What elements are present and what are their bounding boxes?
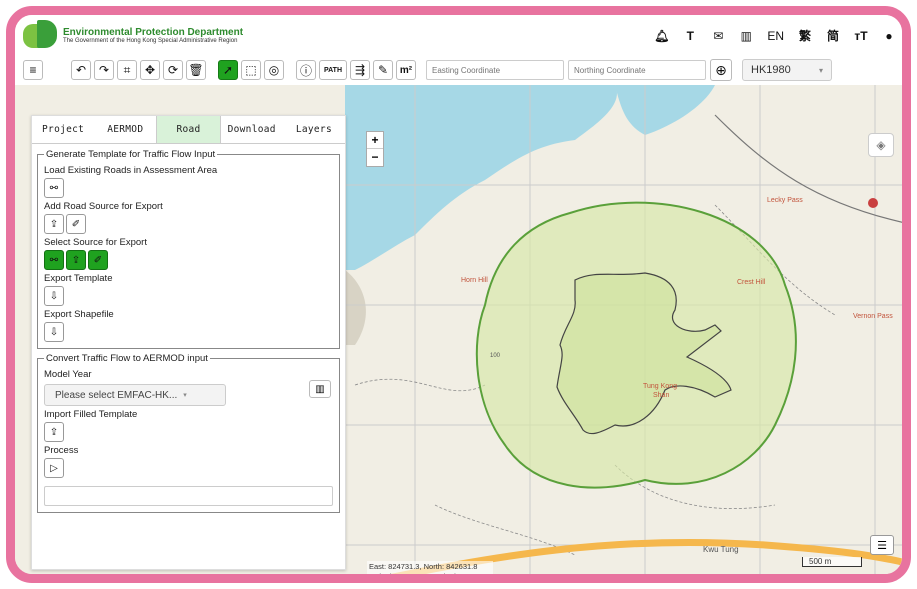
- label-crest-hill: Crest Hill: [737, 279, 766, 286]
- rotate-icon[interactable]: ⟳: [163, 60, 183, 80]
- river: [615, 85, 715, 135]
- cursor-coordinates: East: 824731.3, North: 842631.8 Latitude…: [367, 561, 493, 581]
- user-icon[interactable]: ●: [882, 29, 896, 43]
- import-template-label: Import Filled Template: [44, 409, 138, 420]
- flow-icon[interactable]: ⇶: [350, 60, 370, 80]
- panel-tabs: Project AERMOD Road Download Layers: [32, 116, 345, 144]
- select-imported-roads-icon[interactable]: ⇪: [66, 250, 86, 270]
- manual-book-icon[interactable]: ▥: [309, 380, 331, 398]
- side-panel: Project AERMOD Road Download Layers Gene…: [31, 115, 346, 570]
- zoom-in-button[interactable]: +: [367, 132, 383, 149]
- tab-project[interactable]: Project: [32, 116, 94, 143]
- process-output-field[interactable]: [44, 486, 333, 506]
- easting-input[interactable]: [426, 60, 564, 80]
- play-icon[interactable]: ▷: [44, 458, 64, 478]
- label-kwu-tung: Kwu Tung: [703, 545, 739, 554]
- undo-icon[interactable]: ↶: [71, 60, 91, 80]
- label-contour: 100: [490, 353, 501, 359]
- legend-list-icon[interactable]: ☰: [870, 535, 894, 555]
- crs-value: HK1980: [751, 64, 791, 76]
- northing-input[interactable]: [568, 60, 706, 80]
- measure-icon[interactable]: ✎: [373, 60, 393, 80]
- font-size-button[interactable]: ᴛT: [854, 29, 868, 43]
- screenshot-frame: Environmental Protection Department The …: [0, 0, 917, 589]
- export-template-label: Export Template: [44, 273, 113, 284]
- convert-traffic-legend: Convert Traffic Flow to AERMOD input: [46, 353, 208, 364]
- map-toolbar: ≡ ↶ ↷ ⌗ ✥ ⟳ 🗑︎ ➚ ⬚ ◎ ⓘ PATH ⇶ ✎ m² ⊕ HK1…: [15, 57, 902, 83]
- load-roads-icon[interactable]: ⚯: [44, 178, 64, 198]
- model-year-value: Please select EMFAC-HK...: [55, 389, 178, 401]
- scale-bar: 500 m: [802, 557, 862, 567]
- export-template-icon[interactable]: ⇩: [44, 286, 64, 306]
- coords-east-north: East: 824731.3, North: 842631.8: [369, 562, 478, 571]
- menu-icon[interactable]: ≡: [23, 60, 43, 80]
- select-box-icon[interactable]: ⌗: [117, 60, 137, 80]
- model-year-select[interactable]: Please select EMFAC-HK... ▾: [44, 384, 226, 406]
- layers-icon[interactable]: ◈: [868, 133, 894, 157]
- import-template-icon[interactable]: ⇪: [44, 422, 64, 442]
- delete-icon[interactable]: 🗑︎: [186, 60, 206, 80]
- add-source-label: Add Road Source for Export: [44, 201, 163, 212]
- crs-select[interactable]: HK1980 ▾: [742, 59, 832, 81]
- lang-tc-button[interactable]: 繁: [798, 27, 812, 44]
- road: [714, 114, 902, 223]
- app-header: Environmental Protection Department The …: [15, 15, 902, 55]
- select-loaded-roads-icon[interactable]: ⚯: [44, 250, 64, 270]
- select-drawn-roads-icon[interactable]: ✐: [88, 250, 108, 270]
- label-shan: Shan: [653, 392, 670, 399]
- redo-icon[interactable]: ↷: [94, 60, 114, 80]
- generate-template-group: Generate Template for Traffic Flow Input…: [37, 149, 340, 349]
- process-label: Process: [44, 445, 79, 456]
- load-roads-label: Load Existing Roads in Assessment Area: [44, 165, 218, 176]
- lang-sc-button[interactable]: 简: [826, 27, 840, 44]
- dept-title: Environmental Protection Department The …: [63, 27, 243, 44]
- info-icon[interactable]: ⓘ: [296, 60, 316, 80]
- model-year-label: Model Year: [44, 369, 92, 380]
- edit-select-icon[interactable]: ⬚: [241, 60, 261, 80]
- tab-road[interactable]: Road: [156, 116, 221, 143]
- generate-template-legend: Generate Template for Traffic Flow Input: [46, 149, 216, 160]
- select-source-label: Select Source for Export: [44, 237, 147, 248]
- tab-aermod[interactable]: AERMOD: [94, 116, 156, 143]
- zoom-out-button[interactable]: −: [367, 149, 383, 166]
- notification-icon[interactable]: 🔔︎: [654, 29, 669, 43]
- dept-name: Environmental Protection Department: [63, 26, 244, 38]
- draw-road-icon[interactable]: ✐: [66, 214, 86, 234]
- zoom-control: + −: [366, 131, 384, 167]
- label-tung-kong: Tung Kong: [643, 383, 677, 390]
- urban-area: [345, 270, 366, 345]
- epd-logo: [23, 20, 57, 50]
- export-shapefile-icon[interactable]: ⇩: [44, 322, 64, 342]
- label-vernon-pass: Vernon Pass: [853, 313, 893, 320]
- path-button[interactable]: PATH: [319, 60, 347, 80]
- locate-icon[interactable]: ⊕: [710, 59, 732, 81]
- font-icon[interactable]: T: [683, 29, 697, 43]
- area-measure-button[interactable]: m²: [396, 60, 416, 80]
- mail-icon[interactable]: ✉: [711, 29, 725, 43]
- label-lecky-pass: Lecky Pass: [767, 197, 803, 204]
- book-icon[interactable]: ▥: [739, 29, 753, 43]
- import-road-icon[interactable]: ⇪: [44, 214, 64, 234]
- dept-subtitle: The Government of the Hong Kong Special …: [63, 37, 238, 44]
- tab-download[interactable]: Download: [221, 116, 283, 143]
- move-icon[interactable]: ✥: [140, 60, 160, 80]
- label-horn-hill: Horn Hill: [461, 277, 488, 284]
- area-select-icon[interactable]: ◎: [264, 60, 284, 80]
- chevron-down-icon: ▾: [818, 65, 823, 75]
- coords-lat-lon: Latitude: 22.523, Longitude: 114.065: [369, 572, 491, 581]
- convert-traffic-group: Convert Traffic Flow to AERMOD input Mod…: [37, 353, 340, 513]
- chevron-down-icon: ▾: [183, 392, 187, 399]
- tab-layers[interactable]: Layers: [283, 116, 345, 143]
- pink-border: Environmental Protection Department The …: [6, 6, 911, 583]
- header-actions: 🔔︎ T ✉ ▥ EN 繁 简 ᴛT ●: [654, 27, 896, 44]
- lang-en-button[interactable]: EN: [767, 29, 784, 43]
- map-marker: [868, 198, 878, 208]
- pointer-select-icon[interactable]: ➚: [218, 60, 238, 80]
- export-shapefile-label: Export Shapefile: [44, 309, 114, 320]
